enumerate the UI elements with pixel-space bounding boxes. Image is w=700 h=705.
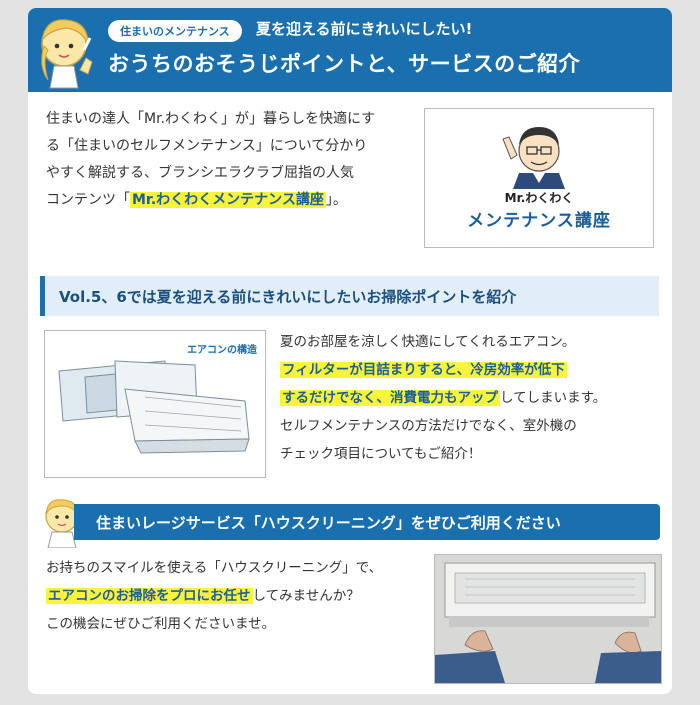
aircon-highlight: フィルターが目詰まりすると、冷房効率が低下 <box>280 362 567 378</box>
aircon-line: チェック項目についてもご紹介！ <box>280 446 482 462</box>
aircon-text-post: してしまいます。 <box>500 390 607 406</box>
header-subtitle: 夏を迎える前にきれいにしたい! <box>256 20 473 38</box>
intro-text-post: 」。 <box>325 192 347 208</box>
guide-girl-illustration <box>41 19 93 89</box>
mr-wakuwaku-logo: Mr.わくわく メンテナンス講座 <box>424 108 654 248</box>
header-badge: 住まいのメンテナンス <box>108 20 242 42</box>
intro-text-pre: コンテンツ「 <box>46 192 130 208</box>
aircon-line: フィルターが目詰まりすると、冷房効率が低下 <box>280 356 662 384</box>
intro-highlight: Mr.わくわくメンテナンス講座 <box>130 192 326 208</box>
intro-line: やすく解説する、ブランシエラクラブ屈指の人気 <box>46 165 354 181</box>
page-title: おうちのおそうじポイントと、サービスのご紹介 <box>108 52 581 76</box>
aircon-text: 夏のお部屋を涼しく快適にしてくれるエアコン。 フィルターが目詰まりすると、冷房効… <box>280 328 662 468</box>
aircon-line: するだけでなく、消費電力もアップ してしまいます。 <box>280 384 662 412</box>
service-line: エアコンのお掃除をプロにお任せ してみませんか？ <box>46 582 438 610</box>
logo-line-2: メンテナンス講座 <box>467 211 611 231</box>
aircon-cleaning-photo-image <box>435 555 661 683</box>
service-line: お持ちのスマイルを使える「ハウスクリーニング」で、 <box>46 560 383 576</box>
service-heading: 住まいレージサービス「ハウスクリーニング」をぜひご利用ください <box>74 504 660 540</box>
content-card: 住まいのメンテナンス 夏を迎える前にきれいにしたい! おうちのおそうじポイントと… <box>28 8 672 694</box>
aircon-highlight: するだけでなく、消費電力もアップ <box>280 390 500 406</box>
intro-line: コンテンツ「 Mr.わくわくメンテナンス講座」。 <box>46 187 422 214</box>
intro-line: 住まいの達人「Mr.わくわく」が」暮らしを快適にす <box>46 111 376 127</box>
service-text-post: してみませんか？ <box>252 588 360 604</box>
aircon-diagram <box>58 360 250 454</box>
logo-line-1: Mr.わくわく <box>504 191 574 205</box>
header-banner: 住まいのメンテナンス 夏を迎える前にきれいにしたい! おうちのおそうじポイントと… <box>28 8 672 92</box>
section-heading: Vol.5、6では夏を迎える前にきれいにしたいお掃除ポイントを紹介 <box>40 276 659 316</box>
aircon-line: セルフメンテナンスの方法だけでなく、室外機の <box>280 418 577 434</box>
aircon-cleaning-photo <box>434 554 662 684</box>
intro-line: る「住まいのセルフメンテナンス」について分かり <box>46 138 368 154</box>
intro-text: 住まいの達人「Mr.わくわく」が」暮らしを快適にす る「住まいのセルフメンテナン… <box>46 106 422 214</box>
aircon-structure-figure: エアコンの構造 <box>44 330 266 478</box>
aircon-line: 夏のお部屋を涼しく快適にしてくれるエアコン。 <box>280 334 576 350</box>
service-text: お持ちのスマイルを使える「ハウスクリーニング」で、 エアコンのお掃除をプロにお任… <box>46 554 438 638</box>
section-title: Vol.5、6では夏を迎える前にきれいにしたいお掃除ポイントを紹介 <box>59 288 517 306</box>
mr-wakuwaku-illustration <box>502 127 565 189</box>
service-line: この機会にぜひご利用くださいませ。 <box>46 616 276 632</box>
service-highlight: エアコンのお掃除をプロにお任せ <box>46 588 253 604</box>
service-title: 住まいレージサービス「ハウスクリーニング」をぜひご利用ください <box>96 514 561 532</box>
